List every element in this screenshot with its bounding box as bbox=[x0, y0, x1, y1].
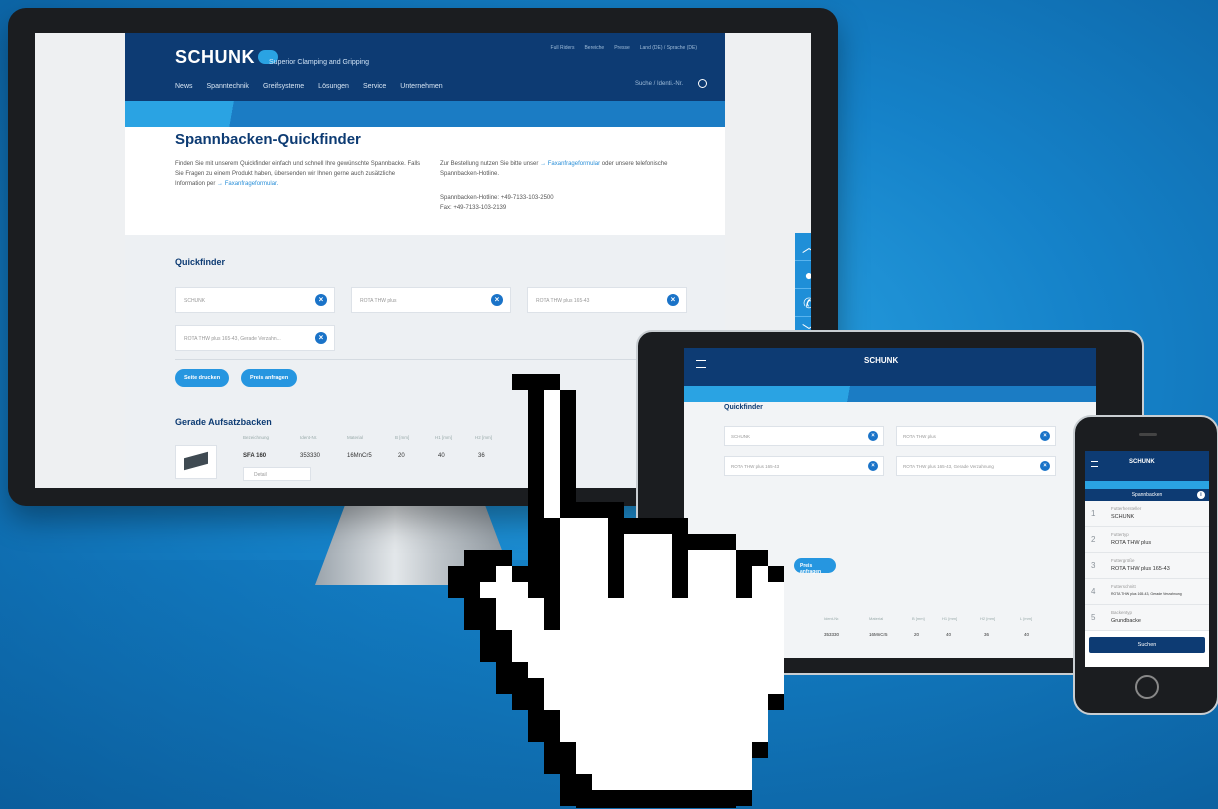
toplink[interactable]: Full Riders bbox=[551, 45, 575, 51]
cell-h1: 40 bbox=[946, 632, 952, 637]
step-item[interactable]: 2 Futtertyp ROTA THW plus bbox=[1085, 527, 1209, 553]
menu-icon[interactable] bbox=[1091, 461, 1098, 467]
clear-icon[interactable]: × bbox=[868, 431, 878, 441]
phone-icon[interactable]: ✆ bbox=[795, 289, 811, 317]
search-button[interactable]: Suchen bbox=[1089, 637, 1205, 653]
nav-item-greifsysteme[interactable]: Greifsysteme bbox=[263, 83, 304, 90]
cell-material: 16MnCr5 bbox=[347, 453, 372, 459]
column-header: L [mm] bbox=[1020, 616, 1033, 621]
column-header: H2 [mm] bbox=[980, 616, 996, 621]
filter-field[interactable]: ROTA THW plus 165-43, Gerade Verzahn... × bbox=[175, 325, 335, 351]
phone-device: SCHUNK Spannbacken i 1 Futterhersteller SCH… bbox=[1073, 415, 1218, 715]
cell-l: 40 bbox=[1024, 632, 1030, 637]
filter-field[interactable]: ROTA THW plus 165-43 × bbox=[527, 287, 687, 313]
cell-b: 20 bbox=[398, 453, 405, 459]
side-toolbar: ︿ ● ✆ ﹀ bbox=[795, 233, 811, 345]
cell-ident: 353330 bbox=[300, 453, 321, 459]
page-title: Spannbacken-Quickfinder bbox=[175, 131, 361, 148]
column-header: Bezeichnung bbox=[243, 435, 270, 440]
nav-item-loesungen[interactable]: Lösungen bbox=[318, 83, 349, 90]
chevron-up-icon[interactable]: ︿ bbox=[795, 233, 811, 261]
phone-header: SCHUNK bbox=[1085, 451, 1209, 481]
step-item[interactable]: 1 Futterhersteller SCHUNK bbox=[1085, 501, 1209, 527]
filter-field[interactable]: ROTA THW plus × bbox=[351, 287, 511, 313]
schunk-logo[interactable]: SCHUNK bbox=[1129, 459, 1155, 465]
cell-h2: 36 bbox=[984, 632, 990, 637]
site-header: SCHUNK Superior Clamping and Gripping Fu… bbox=[125, 33, 725, 101]
intro-section: Spannbacken-Quickfinder Finden Sie mit u… bbox=[125, 127, 725, 235]
phone-screen: SCHUNK Spannbacken i 1 Futterhersteller SCH… bbox=[1085, 451, 1209, 667]
nav-item-unternehmen[interactable]: Unternehmen bbox=[400, 83, 442, 90]
cell-material: 16MnCr5 bbox=[869, 632, 888, 637]
toplink[interactable]: Land (DE) / Sprache (DE) bbox=[640, 45, 697, 51]
detail-button[interactable]: Detail bbox=[243, 467, 311, 481]
page-gutter bbox=[35, 33, 125, 488]
column-header: Ident-Nr. bbox=[300, 435, 318, 440]
print-button[interactable]: Seite drucken bbox=[175, 369, 230, 387]
cell-name[interactable]: SFA 160 bbox=[243, 453, 266, 459]
nav-item-spanntechnik[interactable]: Spanntechnik bbox=[207, 83, 249, 90]
clear-icon[interactable]: × bbox=[1040, 431, 1050, 441]
results-title: Gerade Aufsatzbacken bbox=[175, 417, 272, 427]
search-icon[interactable] bbox=[698, 79, 707, 88]
clear-icon[interactable]: × bbox=[667, 294, 679, 306]
price-request-button[interactable]: Preis anfragen bbox=[241, 369, 298, 387]
person-icon[interactable]: ● bbox=[795, 261, 811, 289]
fax-form-link[interactable]: → Faxanfrageformular bbox=[540, 161, 600, 167]
cell-ident: 353330 bbox=[824, 632, 840, 637]
clear-icon[interactable]: × bbox=[315, 332, 327, 344]
fax-form-link[interactable]: → Faxanfrageformular. bbox=[217, 181, 278, 187]
clear-icon[interactable]: × bbox=[868, 461, 878, 471]
schunk-logo[interactable]: SCHUNK bbox=[175, 47, 279, 68]
column-header: B [mm] bbox=[912, 616, 925, 621]
hotline: Spannbacken-Hotline: +49-7133-103-2500 bbox=[440, 195, 554, 201]
schunk-logo[interactable]: SCHUNK bbox=[864, 356, 898, 365]
speaker-slot bbox=[1139, 433, 1157, 436]
column-header: Material bbox=[869, 616, 884, 621]
clear-icon[interactable]: × bbox=[315, 294, 327, 306]
toplink[interactable]: Presse bbox=[614, 45, 630, 51]
nav-item-news[interactable]: News bbox=[175, 83, 193, 90]
column-header: Ident-Nr. bbox=[824, 616, 840, 621]
search-input[interactable]: Suche / Identi.-Nr. bbox=[635, 81, 683, 87]
cell-h1: 40 bbox=[438, 453, 445, 459]
cell-b: 20 bbox=[914, 632, 920, 637]
column-header: B [mm] bbox=[395, 435, 410, 440]
header-accent-band bbox=[125, 101, 725, 127]
tagline: Superior Clamping and Gripping bbox=[269, 59, 369, 66]
jaw-shape bbox=[184, 451, 208, 471]
filter-field[interactable]: SCHUNK × bbox=[175, 287, 335, 313]
intro-text: Finden Sie mit unserem Quickfinder einfa… bbox=[175, 161, 421, 187]
order-info: Zur Bestellung nutzen Sie bitte unser → … bbox=[440, 159, 700, 213]
info-icon[interactable]: i bbox=[1197, 491, 1205, 499]
step-item[interactable]: 5 Backentyp Grundbacke bbox=[1085, 605, 1209, 631]
header-accent-band bbox=[1085, 481, 1209, 489]
filter-field[interactable]: ROTA THW plus × bbox=[896, 426, 1056, 446]
step-item[interactable]: 4 Futterschnitt ROTA THW plus 165-43, Gera… bbox=[1085, 579, 1209, 605]
step-item[interactable]: 3 Futtergröße ROTA THW plus 165-43 bbox=[1085, 553, 1209, 579]
filter-field[interactable]: ROTA THW plus 165-43, Gerade Verzahnung × bbox=[896, 456, 1056, 476]
fax: Fax: +49-7133-103-2139 bbox=[440, 205, 507, 211]
column-header: Material bbox=[347, 435, 364, 440]
home-button-icon[interactable] bbox=[1135, 675, 1159, 699]
quickfinder-title: Quickfinder bbox=[175, 257, 226, 267]
column-header: H1 [mm] bbox=[942, 616, 958, 621]
toplink[interactable]: Bereiche bbox=[584, 45, 604, 51]
menu-icon[interactable] bbox=[696, 360, 706, 368]
nav-item-service[interactable]: Service bbox=[363, 83, 386, 90]
clear-icon[interactable]: × bbox=[491, 294, 503, 306]
product-image[interactable] bbox=[175, 445, 217, 479]
main-nav: News Spanntechnik Greifsysteme Lösungen … bbox=[175, 83, 443, 90]
clear-icon[interactable]: × bbox=[1040, 461, 1050, 471]
hand-cursor-icon bbox=[448, 374, 784, 808]
phone-title-bar: Spannbacken i bbox=[1085, 489, 1209, 501]
top-links: Full Riders Bereiche Presse Land (DE) / … bbox=[551, 45, 697, 51]
